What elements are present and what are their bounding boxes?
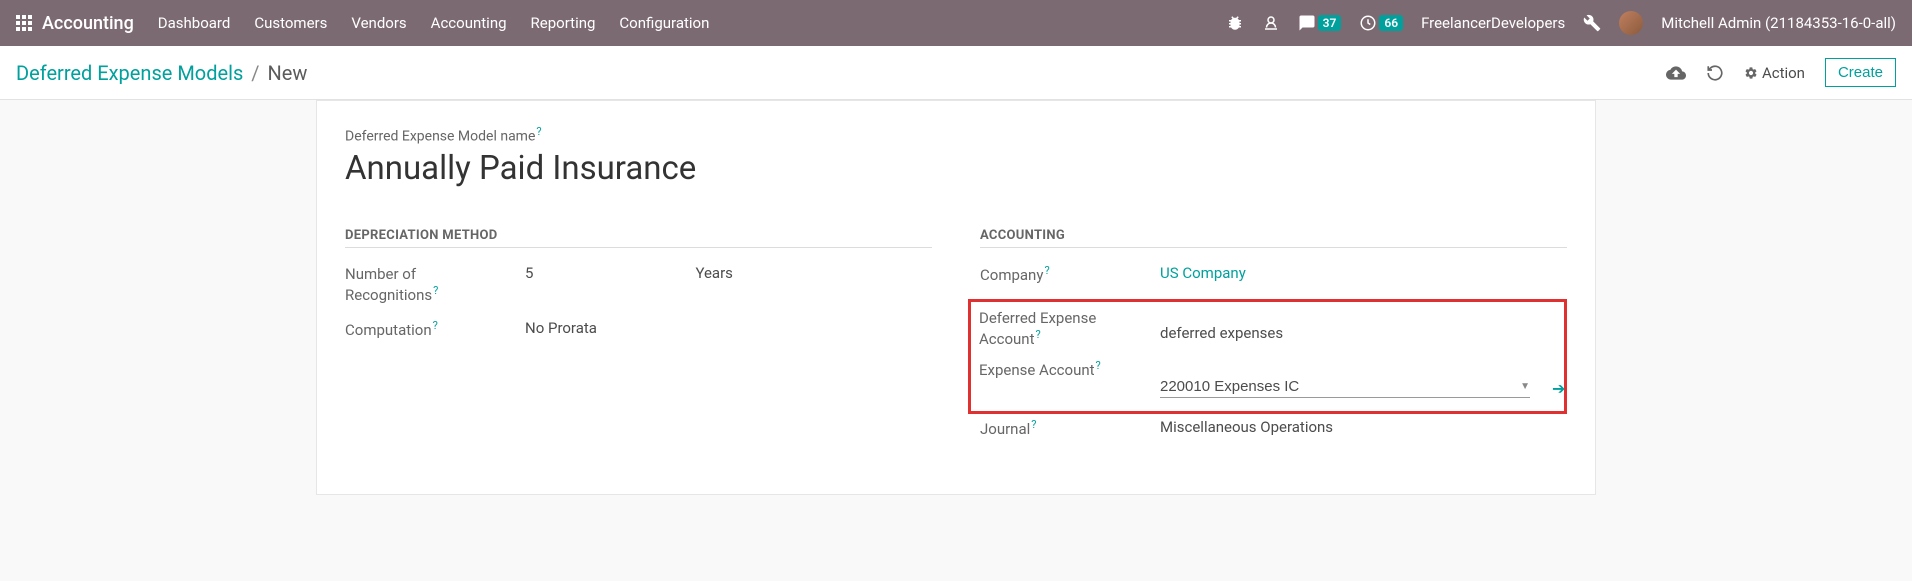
menu-reporting[interactable]: Reporting (531, 14, 596, 32)
field-label: Deferred Expense Account? (979, 308, 1159, 350)
field-label: Number of Recognitions? (345, 264, 525, 306)
help-icon[interactable]: ? (1044, 264, 1049, 277)
field-company: Company? US Company (980, 264, 1567, 285)
menu-accounting[interactable]: Accounting (431, 14, 507, 32)
field-label: Expense Account? (979, 359, 1159, 380)
expense-account-input-wrap[interactable]: ▼ (1160, 378, 1530, 398)
menu-configuration[interactable]: Configuration (619, 14, 709, 32)
field-value: ▼ ➔ (1160, 378, 1567, 398)
field-value[interactable]: US Company (1160, 264, 1567, 282)
top-menu: Dashboard Customers Vendors Accounting R… (158, 14, 710, 32)
help-icon[interactable]: ? (433, 319, 438, 332)
control-panel: Deferred Expense Models / New Action Cre… (0, 46, 1912, 100)
avatar[interactable] (1619, 11, 1643, 35)
field-computation: Computation? No Prorata (345, 319, 932, 340)
title-value[interactable]: Annually Paid Insurance (345, 149, 1567, 188)
field-label: Journal? (980, 418, 1160, 439)
section-rule (345, 247, 932, 248)
systray: 37 66 FreelancerDevelopers Mitchell Admi… (1226, 11, 1896, 35)
menu-dashboard[interactable]: Dashboard (158, 14, 231, 32)
breadcrumb: Deferred Expense Models / New (16, 61, 307, 85)
gear-icon (1744, 66, 1758, 80)
section-header: ACCOUNTING (980, 228, 1567, 243)
messages-icon[interactable]: 37 (1298, 14, 1342, 32)
tools-icon[interactable] (1583, 14, 1601, 32)
external-link-icon[interactable]: ➔ (1552, 379, 1565, 398)
activities-icon[interactable]: 66 (1359, 14, 1403, 32)
depreciation-method-group: DEPRECIATION METHOD Number of Recognitio… (345, 228, 932, 454)
menu-vendors[interactable]: Vendors (351, 14, 406, 32)
field-journal: Journal? Miscellaneous Operations (980, 418, 1567, 439)
apps-icon[interactable] (16, 15, 32, 31)
help-icon[interactable]: ? (1036, 328, 1041, 341)
app-name[interactable]: Accounting (42, 13, 134, 34)
form-sheet: Deferred Expense Model name? Annually Pa… (316, 100, 1596, 495)
topbar: Accounting Dashboard Customers Vendors A… (0, 0, 1912, 46)
discard-icon[interactable] (1706, 64, 1724, 82)
help-icon[interactable]: ? (1096, 359, 1101, 372)
help-icon[interactable]: ? (536, 125, 541, 138)
breadcrumb-parent[interactable]: Deferred Expense Models (16, 61, 243, 85)
breadcrumb-active: New (268, 61, 308, 85)
action-label: Action (1762, 64, 1805, 82)
field-label: Company? (980, 264, 1160, 285)
cloud-upload-icon[interactable] (1666, 63, 1686, 83)
menu-customers[interactable]: Customers (254, 14, 327, 32)
accounting-group: ACCOUNTING Company? US Company Deferred … (980, 228, 1567, 454)
section-header: DEPRECIATION METHOD (345, 228, 932, 243)
create-button[interactable]: Create (1825, 58, 1896, 87)
messages-badge: 37 (1318, 15, 1342, 31)
expense-account-input[interactable] (1160, 378, 1514, 395)
user-name[interactable]: Mitchell Admin (21184353-16-0-all) (1661, 14, 1896, 32)
breadcrumb-separator: / (251, 61, 259, 85)
form-background: Deferred Expense Model name? Annually Pa… (0, 100, 1912, 519)
field-label: Computation? (345, 319, 525, 340)
field-number-of-recognitions: Number of Recognitions? 5 Years (345, 264, 932, 306)
field-value[interactable]: No Prorata (525, 319, 932, 337)
field-value[interactable]: deferred expenses (1160, 324, 1567, 342)
field-expense-account-value-row: x ▼ ➔ (980, 378, 1567, 398)
activities-badge: 66 (1379, 15, 1403, 31)
field-unit[interactable]: Years (695, 264, 732, 282)
help-icon[interactable]: ? (1031, 418, 1036, 431)
dropdown-caret-icon[interactable]: ▼ (1520, 381, 1530, 392)
bug-icon[interactable] (1226, 14, 1244, 32)
section-rule (980, 247, 1567, 248)
partner-name[interactable]: FreelancerDevelopers (1421, 14, 1565, 32)
help-icon[interactable]: ? (433, 284, 438, 297)
field-value[interactable]: 5 Years (525, 264, 932, 282)
support-icon[interactable] (1262, 14, 1280, 32)
action-button[interactable]: Action (1744, 64, 1805, 82)
title-section: Deferred Expense Model name? Annually Pa… (345, 125, 1567, 188)
field-value[interactable]: Miscellaneous Operations (1160, 418, 1567, 436)
title-label: Deferred Expense Model name? (345, 125, 1567, 145)
